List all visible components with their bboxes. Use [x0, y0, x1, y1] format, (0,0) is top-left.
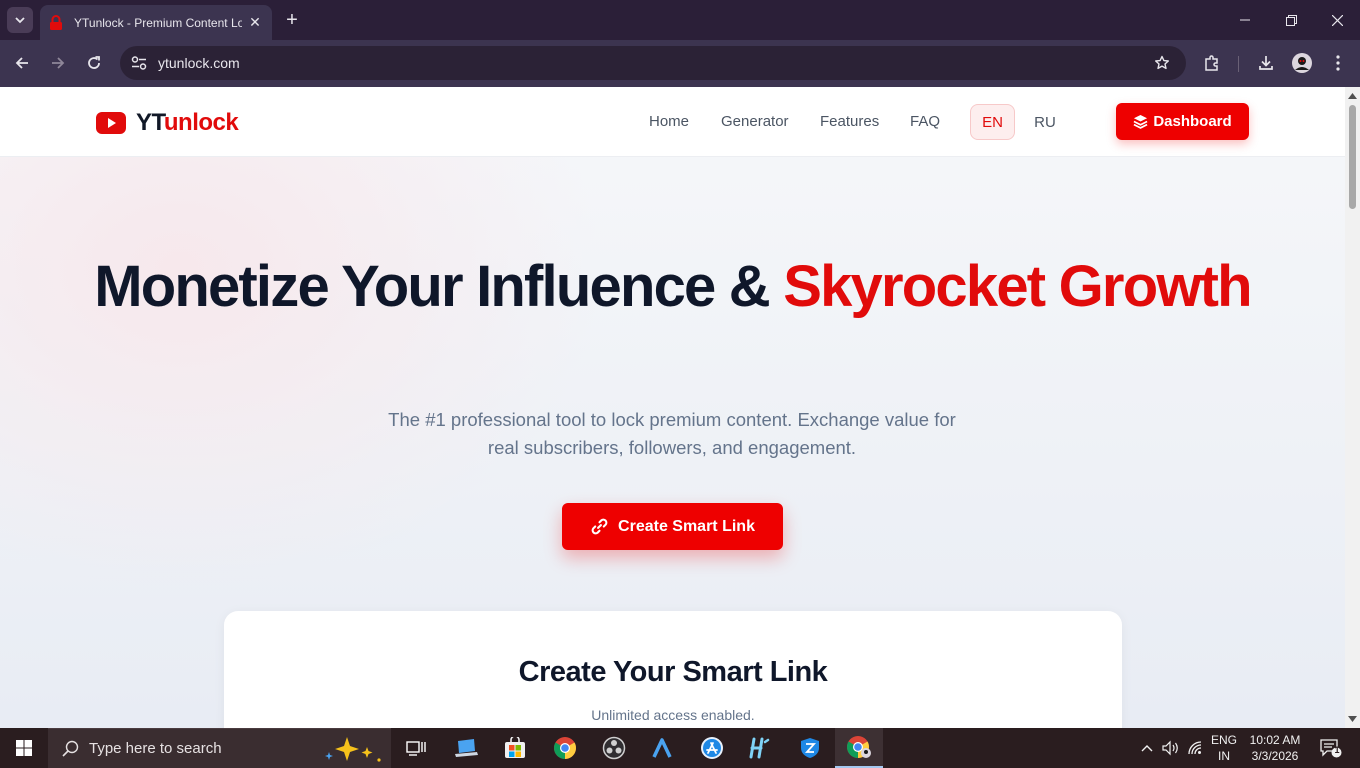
chrome-profile-icon	[847, 736, 871, 758]
link-icon	[591, 518, 608, 535]
hyper-app-icon	[749, 737, 770, 759]
scroll-up-icon[interactable]	[1348, 91, 1357, 100]
input-language-indicator[interactable]: ENG IN	[1208, 732, 1240, 764]
browser-tabstrip: YTunlock - Premium Content Locker ✕ +	[0, 0, 1360, 40]
logo-text-unlock: unlock	[163, 109, 239, 136]
taskbar-app-shield[interactable]	[786, 728, 834, 768]
card-title: Create Your Smart Link	[518, 656, 828, 688]
card-subtitle: Unlimited access enabled.	[591, 707, 755, 723]
taskbar-app-appstore[interactable]	[688, 728, 736, 768]
page-viewport: YTunlock Home Generator Features FAQ EN …	[0, 87, 1345, 728]
address-bar[interactable]: ytunlock.com	[120, 46, 1186, 80]
task-view-icon	[406, 741, 426, 756]
chrome-icon	[554, 737, 576, 759]
volume-icon[interactable]	[1160, 738, 1180, 758]
new-tab-button[interactable]: +	[280, 8, 304, 32]
taskbar-app-arc[interactable]	[638, 728, 686, 768]
obs-icon	[602, 736, 626, 760]
lang-en-button[interactable]: EN	[970, 104, 1015, 140]
browser-menu-icon[interactable]	[1325, 50, 1351, 76]
lang-line2: IN	[1218, 749, 1230, 763]
nav-features-link[interactable]: Features	[820, 113, 879, 130]
tab-search-button[interactable]	[7, 7, 33, 33]
arrow-left-icon	[15, 57, 28, 69]
tab-close-icon[interactable]: ✕	[246, 14, 264, 32]
cta-label: Create Smart Link	[618, 517, 755, 535]
nav-home-link[interactable]: Home	[649, 113, 689, 130]
dashboard-button-label: Dashboard	[1153, 113, 1232, 130]
chevron-up-icon[interactable]	[1137, 738, 1157, 758]
task-view-button[interactable]	[392, 728, 440, 768]
lang-ru-button[interactable]: RU	[1025, 104, 1065, 140]
clock-date: 3/3/2026	[1251, 749, 1299, 763]
taskbar-app-chrome[interactable]	[541, 728, 589, 768]
tab-title: YTunlock - Premium Content Locker	[74, 15, 242, 30]
close-window-button[interactable]	[1314, 0, 1360, 40]
arc-app-icon	[652, 738, 672, 758]
smart-link-card: Create Your Smart Link Unlimited access …	[224, 611, 1122, 728]
scroll-down-icon[interactable]	[1348, 714, 1357, 723]
search-icon	[60, 739, 80, 759]
taskbar-app-hyper[interactable]	[736, 728, 784, 768]
nav-faq-link[interactable]: FAQ	[910, 113, 940, 130]
clock[interactable]: 10:02 AM 3/3/2026	[1242, 732, 1308, 764]
site-header: YTunlock Home Generator Features FAQ EN …	[0, 87, 1345, 157]
padlock-favicon-icon	[48, 14, 64, 31]
close-icon	[1331, 14, 1343, 26]
laptop-app-icon	[455, 739, 478, 757]
downloads-icon[interactable]	[1253, 50, 1279, 76]
bookmark-star-icon[interactable]	[1152, 53, 1172, 73]
hero-title: Monetize Your Influence & Skyrocket Grow…	[0, 255, 1345, 318]
reload-button[interactable]	[79, 48, 109, 78]
lang-line1: ENG	[1210, 733, 1237, 747]
windows-taskbar: Type here to search ENG IN 10:02 AM 3/3/…	[0, 728, 1360, 768]
browser-toolbar: ytunlock.com	[0, 40, 1360, 87]
clock-time: 10:02 AM	[1249, 733, 1301, 747]
back-button[interactable]	[7, 48, 37, 78]
notifications-icon[interactable]: 1	[1318, 738, 1344, 758]
microsoft-store-icon	[505, 737, 525, 758]
dashboard-button[interactable]: Dashboard	[1116, 103, 1249, 140]
page-scrollbar[interactable]	[1345, 87, 1360, 728]
site-settings-icon[interactable]	[122, 46, 156, 80]
url-text: ytunlock.com	[158, 55, 240, 71]
chevron-down-icon	[15, 17, 25, 24]
hero-title-main: Monetize Your Influence &	[94, 254, 784, 319]
taskbar-app-store[interactable]	[491, 728, 539, 768]
minimize-icon	[1240, 19, 1250, 21]
site-logo[interactable]: YTunlock	[96, 109, 239, 137]
reload-icon	[88, 56, 100, 69]
taskbar-search-placeholder: Type here to search	[89, 740, 222, 757]
app-store-icon	[701, 737, 723, 759]
scroll-thumb[interactable]	[1349, 105, 1356, 209]
extensions-icon[interactable]	[1199, 50, 1225, 76]
toolbar-divider	[1238, 56, 1239, 72]
hero-subtitle: The #1 professional tool to lock premium…	[388, 409, 956, 458]
create-smart-link-button[interactable]: Create Smart Link	[562, 503, 783, 550]
youtube-icon	[96, 112, 126, 134]
nav-generator-link[interactable]: Generator	[721, 113, 789, 130]
minimize-button[interactable]	[1222, 0, 1268, 40]
sparkle-icon	[325, 737, 381, 762]
taskbar-search-box[interactable]: Type here to search	[48, 728, 391, 768]
profile-avatar[interactable]	[1289, 50, 1315, 76]
logo-text-yt: YT	[136, 109, 164, 136]
taskbar-app-obs[interactable]	[590, 728, 638, 768]
windows-logo-icon	[16, 740, 32, 756]
wifi-icon[interactable]	[1186, 738, 1206, 758]
restore-button[interactable]	[1268, 0, 1314, 40]
restore-icon	[1285, 14, 1297, 26]
taskbar-app-chrome-profile[interactable]	[835, 728, 883, 768]
shield-icon	[801, 738, 819, 758]
start-button[interactable]	[0, 728, 48, 768]
hero-title-accent: Skyrocket Growth	[783, 254, 1252, 319]
notification-count: 1	[1334, 745, 1340, 755]
layers-icon	[1133, 114, 1148, 129]
browser-tab-active[interactable]: YTunlock - Premium Content Locker ✕	[40, 5, 272, 40]
taskbar-app-laptop[interactable]	[442, 728, 490, 768]
forward-button[interactable]	[43, 48, 73, 78]
arrow-right-icon	[52, 57, 65, 69]
